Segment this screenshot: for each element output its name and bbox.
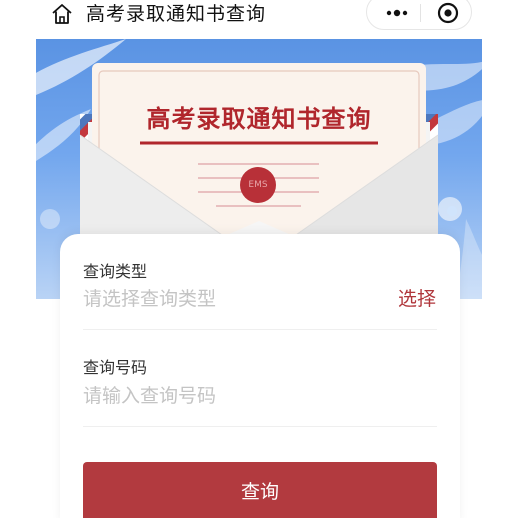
divider <box>83 426 437 427</box>
query-number-input[interactable]: 请输入查询号码 <box>83 381 216 408</box>
query-button[interactable]: 查询 <box>83 462 437 518</box>
query-form-card: 查询类型 请选择查询类型 选择 查询号码 请输入查询号码 查询 <box>60 234 460 518</box>
mini-program-capsule <box>366 0 472 30</box>
page: 高考录取通知书查询 高考录取通知书查询 EMS 查询类型 请选择查询类型 选择 … <box>0 0 510 518</box>
query-type-select[interactable]: 请选择查询类型 <box>83 284 216 311</box>
capsule-divider <box>420 4 421 22</box>
target-circle-icon[interactable] <box>436 1 460 25</box>
query-type-label: 查询类型 <box>83 262 148 281</box>
query-number-label: 查询号码 <box>83 358 148 377</box>
select-button[interactable]: 选择 <box>398 284 436 311</box>
ems-stamp: EMS <box>240 167 276 203</box>
letter-title: 高考录取通知书查询 <box>146 105 372 133</box>
divider <box>83 329 437 330</box>
home-icon[interactable] <box>50 2 74 26</box>
nav-title: 高考录取通知书查询 <box>86 3 267 25</box>
top-nav-bar: 高考录取通知书查询 <box>0 0 510 38</box>
more-dots-icon[interactable] <box>383 0 411 31</box>
